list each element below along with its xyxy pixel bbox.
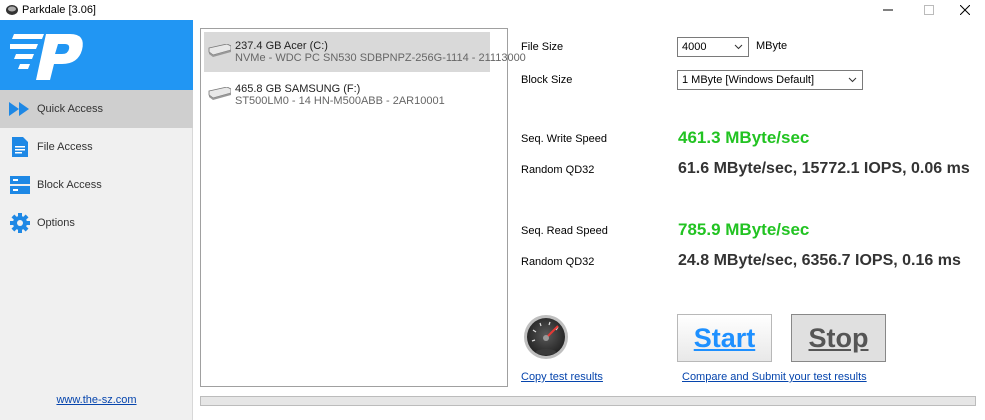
progress-bar [200, 396, 976, 406]
sidebar-item-label: File Access [37, 141, 93, 153]
maximize-button[interactable] [911, 0, 947, 20]
drive-list-item[interactable]: 465.8 GB SAMSUNG (F:) ST500LM0 - 14 HN-M… [204, 75, 490, 115]
block-size-label: Block Size [521, 74, 573, 86]
drive-detail: ST500LM0 - 14 HN-M500ABB - 2AR10001 [235, 95, 445, 107]
chevron-down-icon [734, 44, 743, 50]
app-icon [6, 5, 18, 15]
file-size-unit: MByte [756, 40, 788, 52]
compare-submit-link[interactable]: Compare and Submit your test results [682, 371, 867, 383]
sidebar-item-file-access[interactable]: File Access [0, 128, 193, 166]
read-random-value: 24.8 MByte/sec, 6356.7 IOPS, 0.16 ms [678, 252, 961, 269]
write-speed-label: Seq. Write Speed [521, 133, 608, 145]
title-bar: Parkdale [3.06] [0, 0, 985, 20]
read-speed-label: Seq. Read Speed [521, 225, 608, 237]
maximize-icon [924, 5, 934, 15]
read-random-label: Random QD32 [521, 256, 595, 268]
copy-results-link[interactable]: Copy test results [521, 371, 603, 383]
drive-name: 465.8 GB SAMSUNG (F:) [235, 83, 361, 95]
sidebar-item-label: Options [37, 217, 75, 229]
write-random-value: 61.6 MByte/sec, 15772.1 IOPS, 0.06 ms [678, 160, 970, 177]
close-icon [960, 5, 970, 15]
block-size-value: 1 MByte [Windows Default] [682, 74, 815, 86]
speedometer-icon [524, 315, 568, 359]
server-icon [9, 174, 31, 196]
app-logo [0, 20, 193, 90]
drive-list[interactable]: 237.4 GB Acer (C:) NVMe - WDC PC SN530 S… [200, 28, 526, 387]
drive-list-item[interactable]: 237.4 GB Acer (C:) NVMe - WDC PC SN530 S… [204, 32, 526, 72]
read-speed-value: 785.9 MByte/sec [678, 220, 810, 239]
block-size-select[interactable]: 1 MByte [Windows Default] [677, 70, 863, 90]
hard-drive-icon [208, 87, 231, 100]
sidebar-item-label: Quick Access [37, 103, 104, 115]
drive-name: 237.4 GB Acer (C:) [235, 40, 328, 52]
drive-detail: NVMe - WDC PC SN530 SDBPNPZ-256G-1114 - … [235, 52, 526, 64]
stop-button[interactable]: Stop [791, 314, 886, 362]
write-speed-value: 461.3 MByte/sec [678, 128, 810, 147]
file-size-label: File Size [521, 41, 564, 53]
close-button[interactable] [947, 0, 983, 20]
gear-icon [9, 212, 31, 234]
parkdale-logo-icon [10, 34, 83, 80]
sidebar-item-quick-access[interactable]: Quick Access [0, 90, 193, 128]
document-icon [9, 136, 31, 158]
minimize-button[interactable] [870, 0, 906, 20]
play-forward-icon [9, 98, 31, 120]
sidebar: Quick Access File Access Block Access Op… [0, 20, 193, 420]
hard-drive-icon [208, 44, 231, 57]
start-button[interactable]: Start [677, 314, 772, 362]
sidebar-item-options[interactable]: Options [0, 204, 193, 242]
file-size-value: 4000 [682, 41, 707, 53]
sidebar-item-block-access[interactable]: Block Access [0, 166, 193, 204]
chevron-down-icon [848, 77, 857, 83]
window-title: Parkdale [3.06] [22, 4, 96, 16]
file-size-select[interactable]: 4000 [677, 37, 749, 57]
minimize-icon [883, 9, 893, 11]
sidebar-item-label: Block Access [37, 179, 102, 191]
website-link[interactable]: www.the-sz.com [0, 394, 193, 406]
write-random-label: Random QD32 [521, 164, 595, 176]
